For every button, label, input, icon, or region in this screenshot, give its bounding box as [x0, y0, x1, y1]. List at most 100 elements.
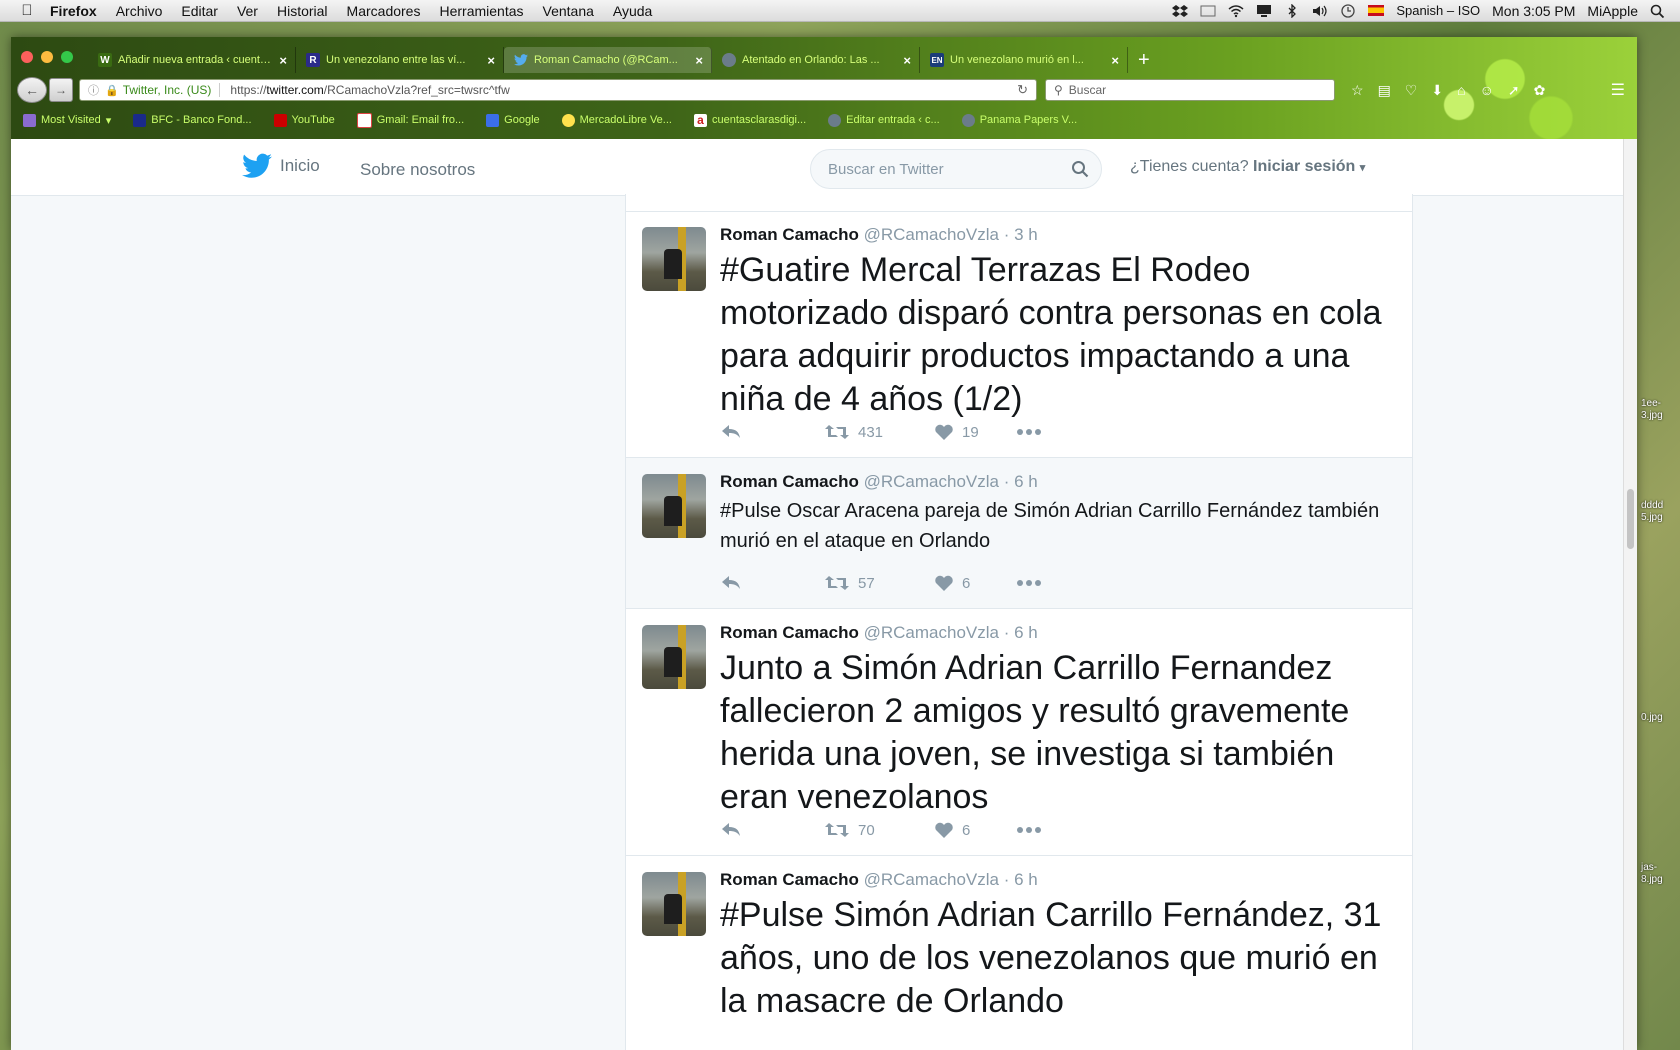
like-button[interactable]: 6 [934, 821, 1016, 839]
tab-venezolano-1[interactable]: R Un venezolano entre las ví... × [296, 47, 504, 73]
tab-venezolano-2[interactable]: EN Un venezolano murió en l... × [920, 47, 1128, 73]
back-button[interactable]: ← [17, 77, 47, 103]
reading-list-icon[interactable]: ▤ [1378, 82, 1391, 99]
avatar[interactable] [642, 625, 706, 689]
menu-marcadores[interactable]: Marcadores [347, 3, 421, 19]
close-tab-icon[interactable]: × [1111, 53, 1119, 68]
reload-icon[interactable]: ↻ [1017, 82, 1028, 98]
extension-icon[interactable]: ✿ [1534, 82, 1546, 99]
pocket-icon[interactable]: ♡ [1405, 82, 1418, 99]
search-icon[interactable] [1071, 160, 1089, 178]
user-name[interactable]: Roman Camacho [720, 870, 859, 889]
send-icon[interactable]: ➚ [1508, 82, 1520, 99]
tab-twitter-roman-camacho[interactable]: Roman Camacho (@RCam... × [504, 47, 712, 73]
user-name[interactable]: Roman Camacho [720, 623, 859, 642]
tab-wordpress[interactable]: W Añadir nueva entrada ‹ cuenta... × [88, 47, 296, 73]
bookmark-star-icon[interactable]: ☆ [1351, 82, 1364, 99]
user-name[interactable]: Roman Camacho [720, 472, 859, 491]
hashtag-link[interactable]: #Guatire [720, 251, 850, 289]
new-tab-button[interactable]: + [1138, 47, 1150, 75]
display-icon[interactable] [1256, 4, 1272, 18]
like-button[interactable]: 19 [934, 423, 1016, 441]
tweet[interactable]: Roman Camacho @RCamachoVzla · 3 h #Guati… [626, 211, 1412, 458]
zoom-window-button[interactable] [61, 51, 73, 63]
hashtag-link[interactable]: #Pulse [720, 500, 781, 522]
avatar[interactable] [642, 872, 706, 936]
tweet-time[interactable]: · 6 h [1004, 472, 1038, 491]
bookmark-item[interactable]: Most Visited ▾ [23, 113, 111, 127]
about-link[interactable]: Sobre nosotros [360, 160, 475, 180]
more-button[interactable] [1016, 579, 1042, 587]
bookmark-item[interactable]: MercadoLibre Ve... [561, 113, 672, 127]
input-source-label[interactable]: Spanish – ISO [1396, 3, 1480, 18]
menu-ver[interactable]: Ver [237, 3, 258, 19]
more-button[interactable] [1016, 826, 1042, 834]
reply-button[interactable] [720, 423, 824, 441]
desktop-file-label[interactable]: jas- 8.jpg [1641, 862, 1663, 886]
grid-icon[interactable] [1200, 4, 1216, 18]
user-handle[interactable]: @RCamachoVzla [864, 225, 999, 244]
user-handle[interactable]: @RCamachoVzla [864, 623, 999, 642]
user-name[interactable]: MiApple [1587, 3, 1638, 19]
tweet[interactable]: Roman Camacho @RCamachoVzla · 6 h Junto … [626, 609, 1412, 856]
user-handle[interactable]: @RCamachoVzla [864, 870, 999, 889]
home-link[interactable]: Inicio [242, 153, 320, 179]
tweet[interactable]: Roman Camacho @RCamachoVzla · 6 h #Pulse… [626, 458, 1412, 609]
login-dropdown[interactable]: Iniciar sesión ▾ [1253, 158, 1365, 175]
forward-button[interactable]: → [49, 78, 73, 102]
bookmark-item[interactable]: Editar entrada ‹ c... [828, 113, 940, 127]
bookmark-item[interactable]: Panama Papers V... [961, 113, 1077, 127]
twitter-search-box[interactable] [810, 149, 1102, 189]
dropbox-icon[interactable] [1172, 4, 1189, 18]
menu-herramientas[interactable]: Herramientas [439, 3, 523, 19]
time-machine-icon[interactable] [1340, 3, 1356, 18]
bookmark-item[interactable]: a cuentasclarasdigi... [693, 113, 806, 127]
menu-archivo[interactable]: Archivo [116, 3, 163, 19]
bluetooth-icon[interactable] [1284, 2, 1300, 19]
tweet-time[interactable]: · 6 h [1004, 623, 1038, 642]
browser-search-bar[interactable]: ⚲ Buscar [1045, 79, 1335, 101]
close-tab-icon[interactable]: × [487, 53, 495, 68]
url-bar[interactable]: ⓘ 🔒 Twitter, Inc. (US) https://twitter.c… [79, 79, 1037, 101]
desktop-file-label[interactable]: 1ee- 3.jpg [1641, 398, 1663, 422]
menu-ventana[interactable]: Ventana [543, 3, 594, 19]
menu-hamburger-icon[interactable]: ☰ [1611, 80, 1625, 100]
hello-icon[interactable]: ☺ [1480, 82, 1494, 99]
home-icon[interactable]: ⌂ [1457, 82, 1465, 99]
menu-historial[interactable]: Historial [277, 3, 328, 19]
menu-editar[interactable]: Editar [181, 3, 218, 19]
bookmark-item[interactable]: Google [486, 113, 540, 127]
download-icon[interactable]: ⬇ [1431, 82, 1443, 99]
desktop-file-label[interactable]: 0.jpg [1641, 712, 1663, 724]
clock[interactable]: Mon 3:05 PM [1492, 3, 1575, 19]
spanish-flag-icon[interactable] [1368, 5, 1385, 16]
spotlight-search-icon[interactable] [1650, 4, 1666, 18]
site-identity[interactable]: Twitter, Inc. (US) [123, 83, 221, 97]
wifi-icon[interactable] [1228, 4, 1244, 18]
user-name[interactable]: Roman Camacho [720, 225, 859, 244]
url-text[interactable]: https://twitter.com/RCamachoVzla?ref_src… [230, 83, 1017, 97]
reply-button[interactable] [720, 574, 824, 592]
info-icon[interactable]: ⓘ [88, 82, 99, 98]
menu-ayuda[interactable]: Ayuda [613, 3, 652, 19]
close-tab-icon[interactable]: × [695, 53, 703, 68]
reply-button[interactable] [720, 821, 824, 839]
minimize-window-button[interactable] [41, 51, 53, 63]
retweet-button[interactable]: 431 [824, 423, 934, 441]
user-handle[interactable]: @RCamachoVzla [864, 472, 999, 491]
menu-app-name[interactable]: Firefox [50, 3, 97, 19]
retweet-button[interactable]: 70 [824, 821, 934, 839]
bookmark-item[interactable]: YouTube [273, 113, 335, 127]
more-button[interactable] [1016, 428, 1042, 436]
hashtag-link[interactable]: #Pulse [720, 896, 824, 934]
scrollbar-thumb[interactable] [1627, 489, 1634, 549]
volume-icon[interactable] [1312, 4, 1328, 18]
tweet-time[interactable]: · 6 h [1004, 870, 1038, 889]
avatar[interactable] [642, 474, 706, 538]
retweet-button[interactable]: 57 [824, 574, 934, 592]
desktop-file-label[interactable]: dddd 5.jpg [1641, 500, 1663, 524]
close-window-button[interactable] [21, 51, 33, 63]
avatar[interactable] [642, 227, 706, 291]
tweet[interactable]: Roman Camacho @RCamachoVzla · 6 h #Pulse… [626, 856, 1412, 1050]
close-tab-icon[interactable]: × [903, 53, 911, 68]
